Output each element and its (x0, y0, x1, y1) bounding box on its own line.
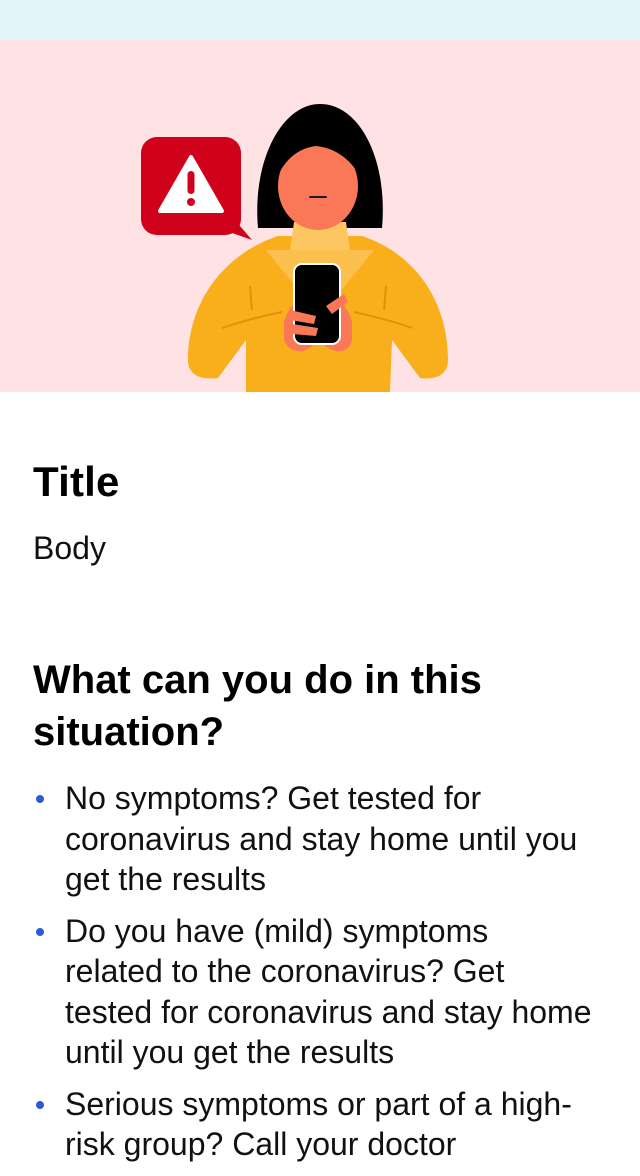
status-bar (0, 0, 640, 40)
page-title: Title (33, 458, 120, 505)
page-body: Body (33, 530, 106, 566)
woman-with-phone-illustration (141, 104, 448, 392)
hero-illustration (0, 40, 640, 392)
list-item: No symptoms? Get tested for coronavirus … (33, 778, 593, 900)
advice-list: No symptoms? Get tested for coronavirus … (33, 778, 593, 1176)
warning-bubble-icon (141, 137, 252, 240)
list-item-text: Do you have (mild) symptoms related to t… (65, 912, 592, 1071)
bullet-icon (36, 927, 44, 936)
list-item-text: Serious symptoms or part of a high-risk … (65, 1085, 572, 1163)
list-item-text: No symptoms? Get tested for coronavirus … (65, 780, 578, 897)
bullet-icon (36, 1100, 44, 1109)
list-item: Serious symptoms or part of a high-risk … (33, 1084, 593, 1165)
list-item: Do you have (mild) symptoms related to t… (33, 911, 593, 1073)
bullet-icon (36, 795, 44, 803)
section-heading: What can you do in this situation? (33, 658, 482, 754)
